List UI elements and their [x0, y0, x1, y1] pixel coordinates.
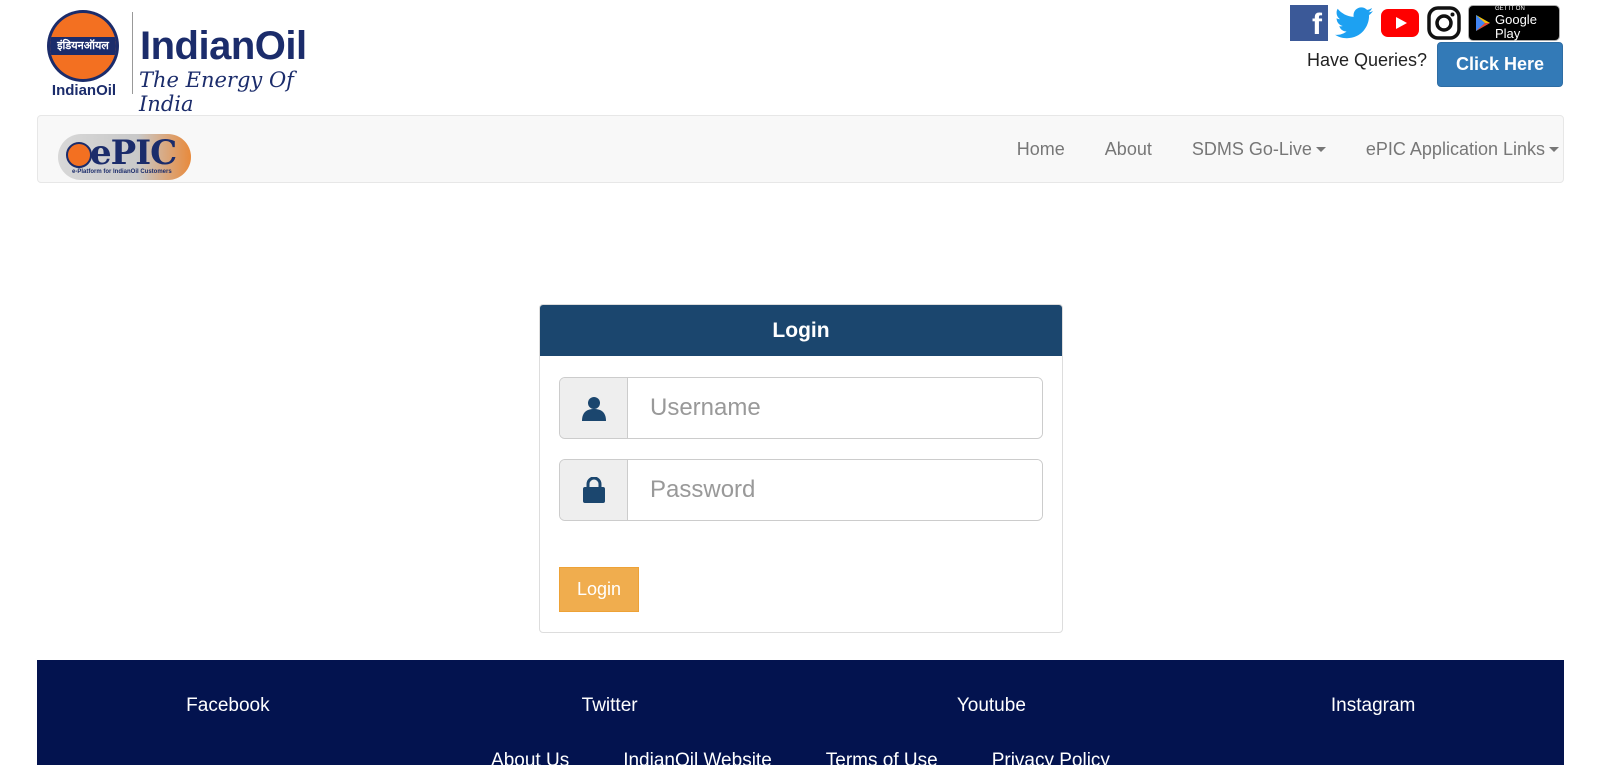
nav-about-label: About	[1104, 138, 1152, 159]
logo-hindi-text: इंडियनऑयल	[50, 37, 116, 55]
google-play-icon[interactable]: GET IT ON Google Play	[1468, 5, 1560, 41]
nav-about[interactable]: About	[1085, 116, 1172, 182]
instagram-icon[interactable]	[1426, 5, 1462, 41]
login-button[interactable]: Login	[559, 567, 639, 612]
epic-logo[interactable]: ePIC e-Platform for IndianOil Customers	[58, 134, 191, 180]
have-queries-label: Have Queries?	[1307, 50, 1428, 70]
brand-divider	[132, 12, 133, 94]
brand-tagline: The Energy Of India	[139, 68, 294, 116]
indianoil-emblem-icon: इंडियनऑयल	[47, 10, 119, 82]
brand-name: IndianOil	[140, 24, 307, 68]
social-icons: f GET IT ON Google Play	[1290, 4, 1560, 42]
login-panel: Login Login	[539, 304, 1063, 633]
caret-down-icon	[1549, 146, 1559, 152]
facebook-glyph: f	[1312, 8, 1322, 41]
twitter-icon[interactable]	[1334, 5, 1374, 41]
google-play-big-text: Google Play	[1495, 12, 1537, 41]
nav-links: Home About SDMS Go-Live ePIC Application…	[997, 116, 1563, 182]
footer-social-links: Facebook Twitter Youtube Instagram	[37, 660, 1564, 716]
nav-home[interactable]: Home	[997, 116, 1085, 182]
nav-epic-links-label: ePIC Application Links	[1365, 138, 1545, 159]
footer-privacy-policy-link[interactable]: Privacy Policy	[992, 750, 1110, 765]
footer-facebook-link[interactable]: Facebook	[37, 660, 419, 716]
footer-youtube-link[interactable]: Youtube	[801, 660, 1183, 716]
epic-logo-text: ePIC	[90, 134, 177, 173]
nav-epic-application-links-dropdown[interactable]: ePIC Application Links	[1346, 116, 1563, 182]
nav-home-label: Home	[1016, 138, 1065, 159]
username-input-group	[559, 377, 1043, 439]
footer-instagram-link[interactable]: Instagram	[1182, 660, 1564, 716]
epic-logo-subtitle: e-Platform for IndianOil Customers	[72, 169, 172, 175]
user-icon	[560, 378, 628, 438]
footer-links: About Us IndianOil Website Terms of Use …	[37, 750, 1564, 765]
footer-indianoil-website-link[interactable]: IndianOil Website	[623, 750, 772, 765]
nav-sdms-go-live-dropdown[interactable]: SDMS Go-Live	[1172, 116, 1346, 182]
footer-about-us-link[interactable]: About Us	[491, 750, 569, 765]
facebook-icon[interactable]: f	[1290, 5, 1328, 41]
login-heading: Login	[540, 305, 1062, 356]
site-header: इंडियनऑयल IndianOil IndianOil The Energy…	[0, 0, 1600, 116]
epic-emblem-icon	[66, 142, 92, 168]
click-here-button[interactable]: Click Here	[1437, 42, 1563, 87]
caret-down-icon	[1315, 146, 1326, 152]
main-navbar: ePIC e-Platform for IndianOil Customers …	[37, 115, 1564, 183]
nav-sdms-label: SDMS Go-Live	[1191, 138, 1312, 159]
youtube-icon[interactable]	[1380, 5, 1420, 41]
logo-caption: IndianOil	[51, 82, 117, 99]
lock-icon	[560, 460, 628, 520]
footer-twitter-link[interactable]: Twitter	[419, 660, 801, 716]
site-footer: Facebook Twitter Youtube Instagram About…	[37, 660, 1564, 765]
indianoil-brand-logo[interactable]: इंडियनऑयल IndianOil IndianOil The Energy…	[44, 8, 324, 116]
footer-terms-of-use-link[interactable]: Terms of Use	[826, 750, 938, 765]
password-input[interactable]	[628, 460, 1042, 520]
username-input[interactable]	[628, 378, 1042, 438]
password-input-group	[559, 459, 1043, 521]
